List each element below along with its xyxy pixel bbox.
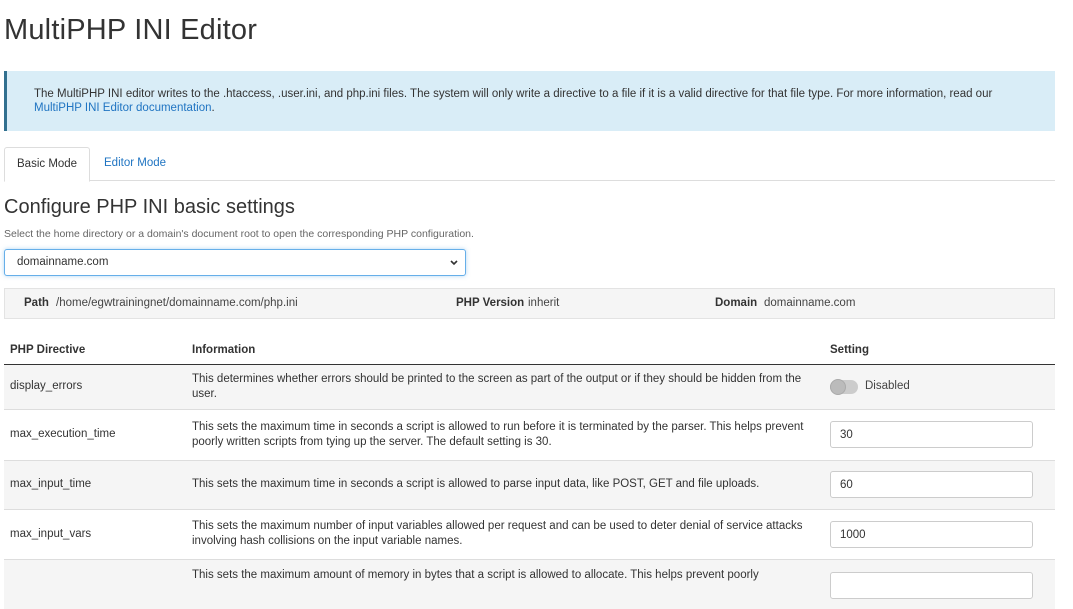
directive-setting: 1000 (817, 508, 1055, 559)
table-row: max_execution_time This sets the maximum… (4, 408, 1055, 460)
directive-setting (817, 558, 1055, 609)
tab-basic-mode[interactable]: Basic Mode (4, 147, 91, 182)
path-value: /home/egwtrainingnet/domainname.com/php.… (56, 297, 298, 309)
table-row: This sets the maximum amount of memory i… (4, 558, 1055, 609)
domain-label: Domain (715, 297, 758, 309)
chevron-down-icon (450, 260, 458, 266)
alert-suffix: . (211, 102, 215, 114)
php-version-label: PHP Version (456, 297, 525, 309)
path-label: Path (24, 297, 49, 309)
directive-name (4, 558, 186, 609)
max-execution-time-input[interactable]: 30 (830, 421, 1033, 448)
directive-name: max_input_time (4, 459, 186, 509)
directive-info: This sets the maximum time in seconds a … (186, 408, 817, 460)
documentation-link[interactable]: MultiPHP INI Editor documentation (34, 102, 211, 114)
section-title: Configure PHP INI basic settings (4, 196, 295, 218)
directive-info: This sets the maximum time in seconds a … (186, 459, 817, 509)
memory-limit-input[interactable] (830, 571, 1033, 599)
directive-info: This determines whether errors should be… (186, 363, 817, 409)
directive-info: This sets the maximum amount of memory i… (186, 558, 817, 609)
page-title: MultiPHP INI Editor (4, 14, 258, 46)
table-row: display_errors This determines whether e… (4, 363, 1055, 409)
toggle-label: Disabled (865, 380, 910, 392)
table-row: max_input_vars This sets the maximum num… (4, 508, 1055, 559)
table-header-row: PHP Directive Information Setting (4, 336, 1055, 365)
directive-info: This sets the maximum number of input va… (186, 508, 817, 559)
domain-select-value: domainname.com (17, 256, 109, 268)
directive-name: display_errors (4, 363, 186, 409)
toggle-switch[interactable] (830, 378, 858, 395)
table-row: max_input_time This sets the maximum tim… (4, 459, 1055, 509)
directives-table: PHP Directive Information Setting displa… (4, 336, 1055, 609)
mode-tabs: Basic Mode Editor Mode (4, 147, 1055, 182)
domain-select[interactable]: domainname.com (4, 249, 466, 276)
tab-editor-mode[interactable]: Editor Mode (92, 147, 178, 181)
directive-setting: Disabled (817, 363, 1055, 409)
domain-value: domainname.com (764, 297, 856, 309)
header-information: Information (186, 336, 817, 365)
display-errors-toggle[interactable]: Disabled (830, 378, 1049, 395)
alert-text: The MultiPHP INI editor writes to the .h… (34, 88, 993, 100)
php-version-value: inherit (528, 297, 560, 309)
max-input-time-input[interactable]: 60 (830, 471, 1033, 498)
section-description: Select the home directory or a domain's … (4, 228, 474, 240)
config-info-bar: Path /home/egwtrainingnet/domainname.com… (4, 288, 1055, 319)
directive-name: max_execution_time (4, 408, 186, 460)
directive-setting: 30 (817, 408, 1055, 460)
header-setting: Setting (817, 336, 1055, 365)
directive-name: max_input_vars (4, 508, 186, 559)
header-php-directive: PHP Directive (4, 336, 186, 365)
info-alert: The MultiPHP INI editor writes to the .h… (4, 71, 1055, 131)
max-input-vars-input[interactable]: 1000 (830, 520, 1033, 548)
toggle-knob (830, 378, 846, 395)
directive-setting: 60 (817, 459, 1055, 509)
